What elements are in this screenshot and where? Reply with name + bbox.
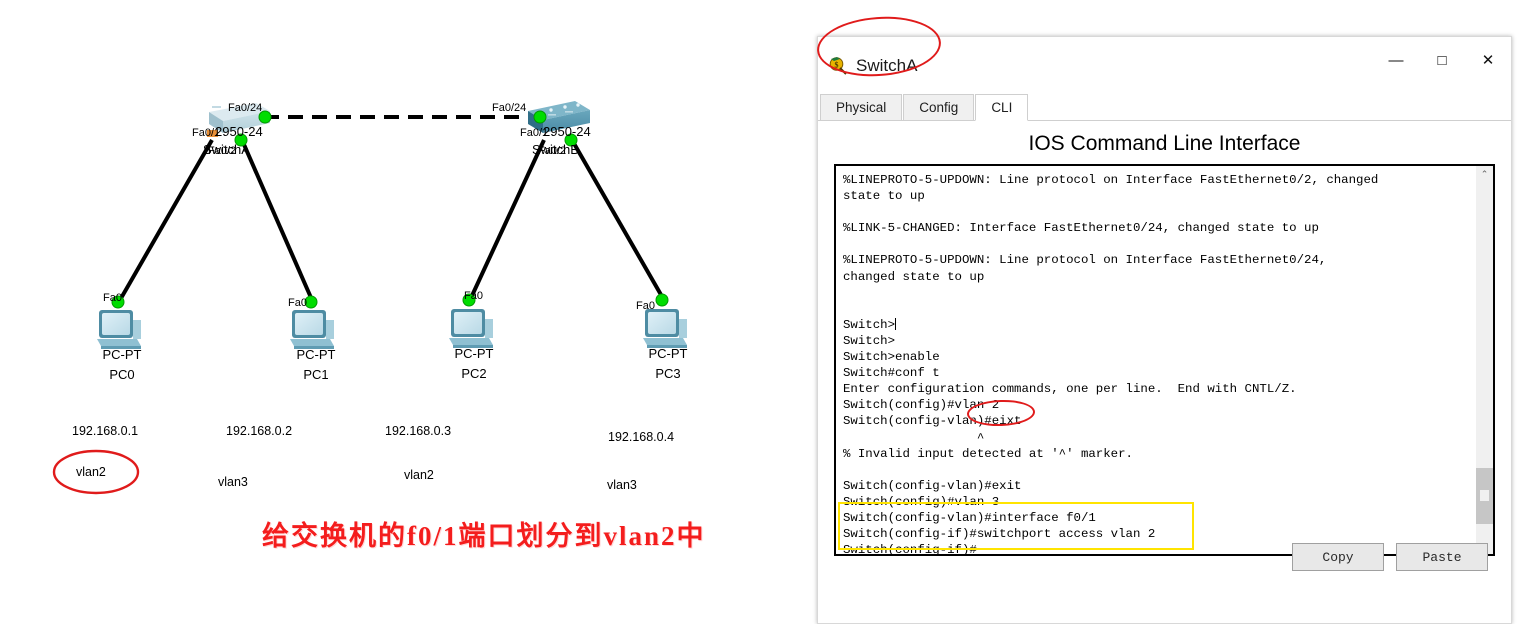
pc0-name-label: PC0 [109,367,135,382]
close-button[interactable]: ✕ [1465,37,1511,83]
tab-bar[interactable]: Physical Config CLI [818,94,1511,121]
topology-caption: 给交换机的f0/1端口划分到vlan2中 [262,521,706,551]
pc1-vlan-label: vlan3 [218,475,248,489]
pc2-port-label: Fa0 [464,290,483,302]
switch-device-window[interactable]: $ SwitchA — □ ✕ Physical Config CLI IOS … [815,12,1512,624]
cli-button-row[interactable]: Copy Paste [818,542,1511,572]
switchb-model-label: 2950-24 [543,124,591,139]
pc1-port-label: Fa0 [288,297,307,309]
switcha-name-label: SwitchA [203,142,250,157]
window-titlebar[interactable]: $ SwitchA — □ ✕ [815,12,1511,94]
tab-config[interactable]: Config [903,94,975,120]
pc1-name-label: PC1 [303,367,329,382]
cli-terminal[interactable]: %LINEPROTO-5-UPDOWN: Line protocol on In… [834,164,1495,556]
pc3-name-label: PC3 [655,366,681,381]
pc2-name-label: PC2 [461,366,487,381]
pc2-vlan-label: vlan2 [404,468,434,482]
tab-cli[interactable]: CLI [975,94,1029,121]
switchb-name-label: SwitchB [532,142,579,157]
pc3-vlan-label: vlan3 [607,478,637,492]
pc1-ip-label: 192.168.0.2 [226,424,293,438]
pc0-port-label: Fa0 [103,292,122,304]
tab-physical[interactable]: Physical [820,94,903,120]
copy-button[interactable]: Copy [1292,543,1384,571]
switchb-uplink-port-label: Fa0/24 [492,102,527,114]
cli-heading: IOS Command Line Interface [1028,132,1301,155]
switcha-model-label: 2950-24 [215,124,263,139]
scroll-up-arrow-icon[interactable]: ⌃ [1476,166,1493,183]
switch-device-icon: $ [828,56,848,76]
switcha-uplink-port-label: Fa0/24 [228,102,263,114]
pc0-type-label: PC-PT [102,347,142,362]
paste-button[interactable]: Paste [1396,543,1488,571]
pc3-ip-label: 192.168.0.4 [608,430,675,444]
pc0-ip-label: 192.168.0.1 [72,424,139,438]
pc0-vlan-label: vlan2 [76,465,106,479]
pc1-type-label: PC-PT [296,347,336,362]
cli-caret [895,317,897,330]
pc3-port-label: Fa0 [636,300,655,312]
window-title: SwitchA [856,55,918,75]
pc2-type-label: PC-PT [454,346,494,361]
cli-output-text[interactable]: %LINEPROTO-5-UPDOWN: Line protocol on In… [836,166,1475,554]
network-topology-canvas[interactable]: Fa0/24 Fa0/1 2950-24 Fa0/2 SwitchA Fa0/2… [0,0,817,624]
cli-scrollbar[interactable]: ⌃ ⌄ [1475,166,1493,554]
maximize-button[interactable]: □ [1419,37,1465,83]
pc3-type-label: PC-PT [648,346,688,361]
scrollbar-grip [1480,490,1489,501]
window-controls[interactable]: — □ ✕ [1373,37,1511,94]
svg-text:$: $ [835,60,839,69]
minimize-button[interactable]: — [1373,37,1419,83]
pc2-ip-label: 192.168.0.3 [385,424,452,438]
